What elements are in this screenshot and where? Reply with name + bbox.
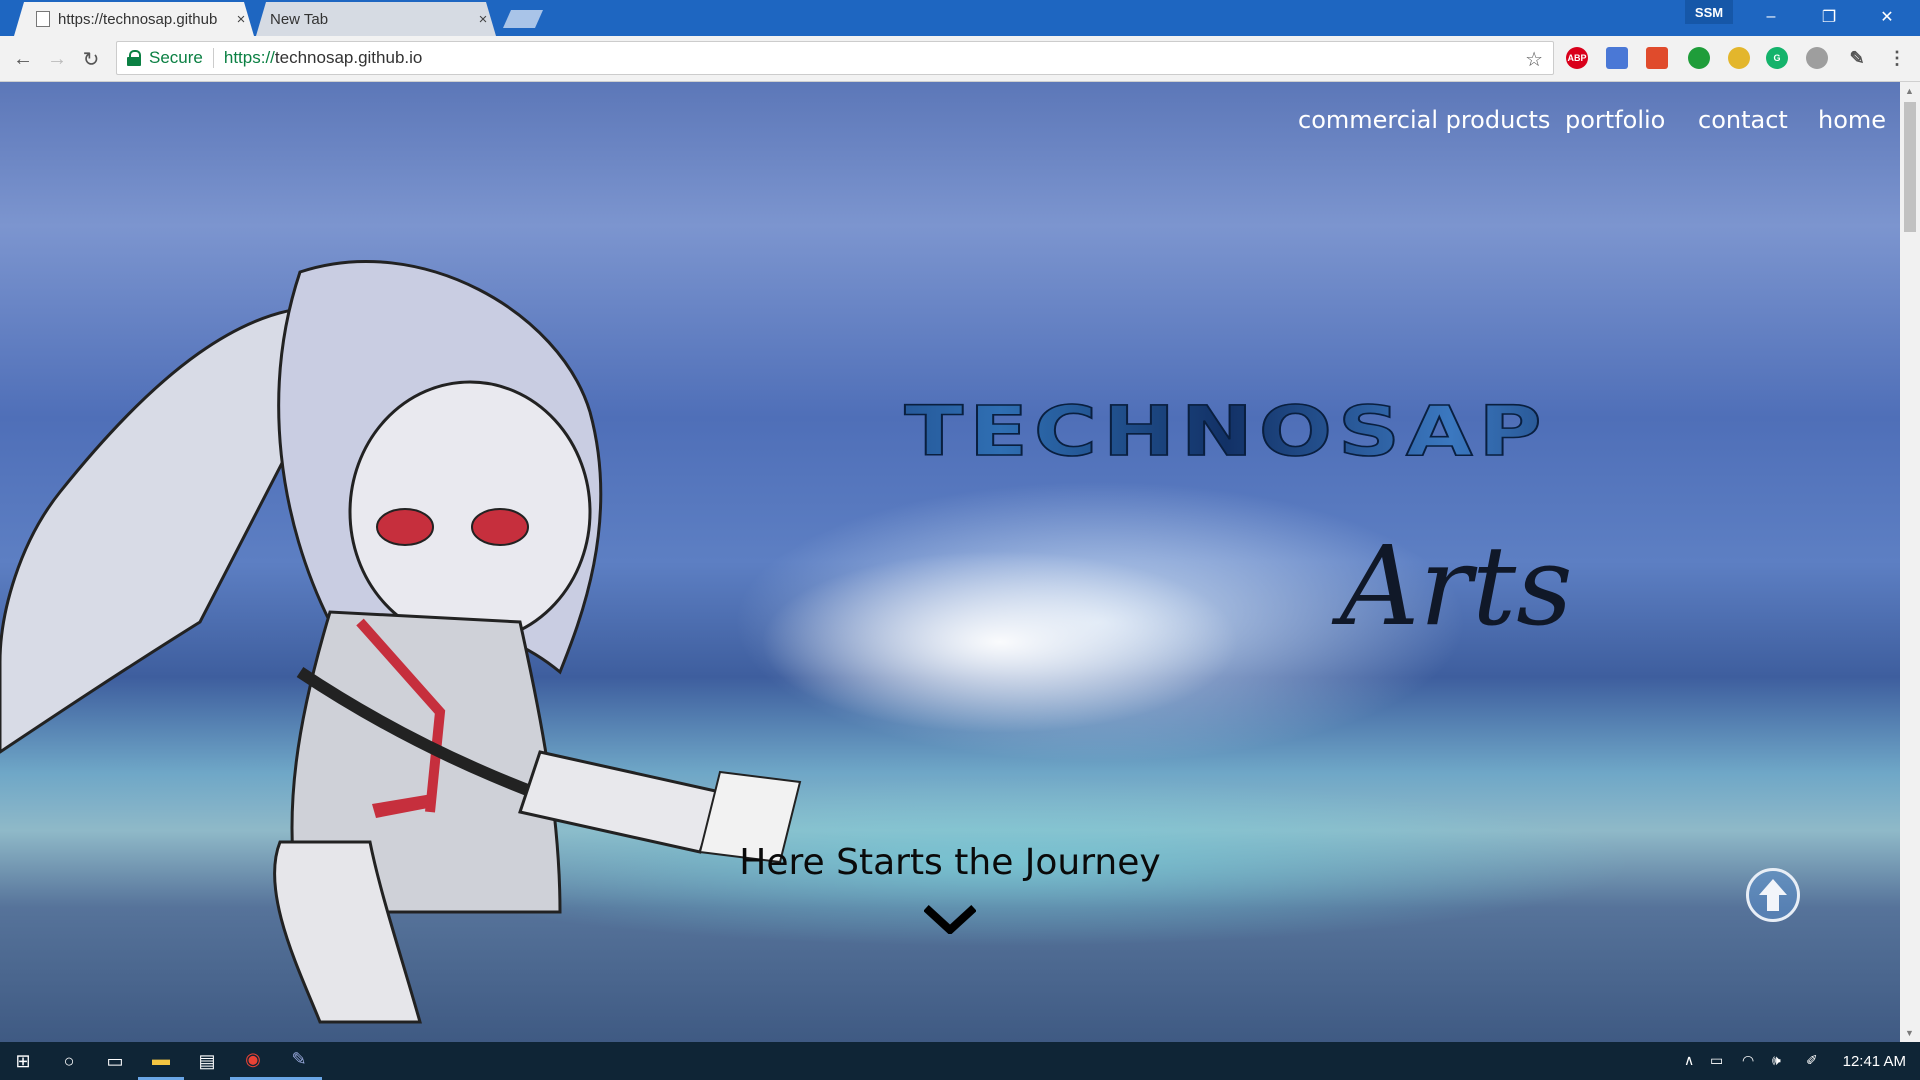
app-icon[interactable]: ▤ [184,1042,230,1080]
forward-arrow-icon[interactable]: → [42,44,72,74]
extension-icon[interactable] [1646,47,1668,69]
lock-icon [127,50,141,66]
close-window-button[interactable]: ✕ [1858,0,1916,34]
file-explorer-icon[interactable]: ▬ [138,1042,184,1080]
task-view-icon[interactable]: ▭ [92,1042,138,1080]
nav-home[interactable]: home [1818,106,1886,134]
tab-close-icon[interactable]: × [470,11,496,28]
taskbar-clock[interactable]: 12:41 AM [1843,1053,1906,1070]
chevron-down-icon[interactable] [924,904,976,934]
tray-chevron-up-icon[interactable]: ∧ [1684,1052,1694,1069]
eyedropper-icon[interactable]: ✎ [1846,47,1868,69]
wifi-icon[interactable]: ◠ [1742,1052,1754,1069]
nav-commercial-products[interactable]: commercial products [1298,106,1550,134]
reload-icon[interactable]: ↻ [76,44,106,74]
tab-title: New Tab [270,10,329,28]
page-icon [36,11,50,27]
scroll-to-top-button[interactable] [1746,868,1800,922]
tab-title: https://technosap.github [58,10,218,28]
page-viewport: commercial products portfolio contact ho… [0,82,1900,1042]
page-scrollbar[interactable]: ▲ ▼ [1900,82,1920,1042]
tab-technosap[interactable]: https://technosap.github × [14,2,254,36]
browser-toolbar: ← → ↻ Secure https://technosap.github.io… [0,36,1920,82]
pen-icon[interactable]: ✐ [1806,1052,1818,1069]
back-arrow-icon[interactable]: ← [8,44,38,74]
scrollbar-thumb[interactable] [1904,102,1916,232]
scroll-down-arrow-icon[interactable]: ▼ [1905,1028,1914,1038]
ring-extension-icon[interactable] [1728,47,1750,69]
adblock-plus-icon[interactable]: ABP [1566,47,1588,69]
cortana-search-icon[interactable]: ○ [46,1042,92,1080]
arts-logo-script: Arts [1340,522,1573,650]
tab-new-tab[interactable]: New Tab × [256,2,496,36]
minimize-button[interactable]: – [1742,0,1800,34]
address-bar[interactable]: Secure https://technosap.github.io ☆ [116,41,1554,75]
windows-taskbar: ⊞ ○ ▭ ▬ ▤ ◉ ✎ ∧ ▭ ◠ 🕪 ✐ 12:41 AM [0,1042,1920,1080]
grammarly-icon[interactable]: G [1766,47,1788,69]
technosap-logo: TECHNOSAP [776,391,1676,473]
scroll-up-arrow-icon[interactable]: ▲ [1905,86,1914,96]
tab-close-icon[interactable]: × [228,11,254,28]
chat-extension-icon[interactable] [1688,47,1710,69]
url-scheme: https:// [223,48,275,67]
bookmark-star-icon[interactable]: ☆ [1525,47,1543,72]
character-illustration [0,260,802,1024]
menu-dots-icon[interactable]: ⋮ [1886,47,1908,69]
profile-badge[interactable]: SSM [1685,0,1733,24]
arrow-up-icon [1759,879,1787,911]
browser-tab-strip: https://technosap.github × New Tab × SSM… [0,0,1920,36]
chrome-taskbar-icon[interactable]: ◉ [230,1042,276,1080]
new-tab-button[interactable] [503,10,543,28]
windows-start-icon[interactable]: ⊞ [0,1042,46,1080]
battery-icon[interactable]: ▭ [1710,1052,1723,1069]
hero-heading: Here Starts the Journey [739,842,1161,883]
nav-contact[interactable]: contact [1698,106,1788,134]
app-taskbar-icon[interactable]: ✎ [276,1042,322,1080]
url-host: technosap.github.io [274,48,423,67]
drive-icon[interactable] [1806,47,1828,69]
translate-icon[interactable] [1606,47,1628,69]
restore-button[interactable]: ❐ [1800,0,1858,34]
divider [212,48,214,68]
secure-label: Secure [149,48,203,67]
nav-portfolio[interactable]: portfolio [1565,106,1665,134]
volume-icon[interactable]: 🕪 [1772,1052,1781,1069]
